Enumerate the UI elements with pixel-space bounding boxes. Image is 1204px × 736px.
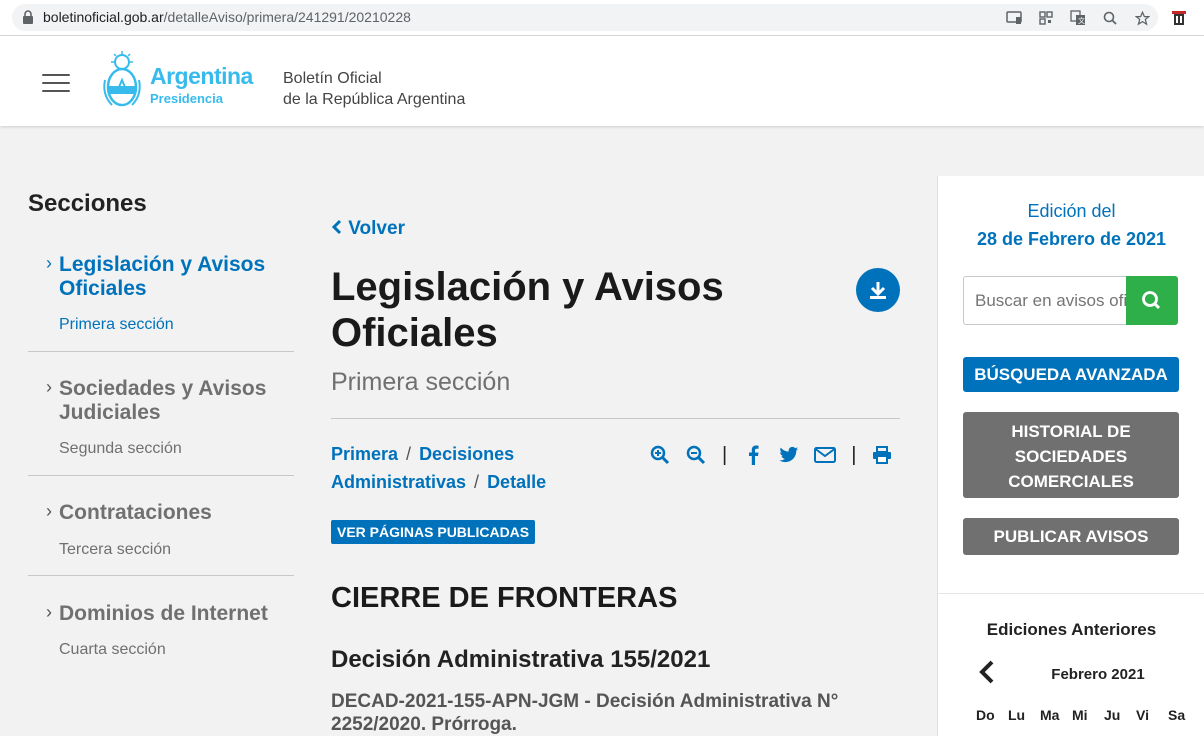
weekday: Mi [1072,707,1088,723]
previous-editions-title: Ediciones Anteriores [986,620,1157,639]
url-text[interactable]: boletinoficial.gob.ar/detalleAviso/prime… [43,9,411,25]
translate-icon[interactable]: 文 [1068,8,1088,28]
chevron-left-icon [331,218,348,239]
chevron-right-icon: › [46,501,52,521]
panel-divider [938,593,1204,594]
search-icon [1142,291,1161,310]
url-actions: 文 [1004,8,1152,28]
decision-title: Decisión Administrativa 155/2021 [331,646,711,673]
url-path: /detalleAviso/primera/241291/20210228 [163,9,411,25]
breadcrumb: Primera / Decisiones Administrativas / Detal… [331,444,547,492]
site-title: Boletín Oficial de la República Argentin… [283,68,465,110]
download-icon [870,282,886,299]
toolbar-separator: | [851,443,857,466]
zoom-icon[interactable] [1100,8,1120,28]
twitter-icon[interactable] [777,443,801,467]
download-button[interactable] [856,268,900,312]
logo-subtitle: Presidencia [150,91,223,106]
right-panel: Edición del 28 de Febrero de 2021 BÚSQUE… [937,176,1204,736]
weekday: Ju [1104,707,1121,723]
cast-icon[interactable] [1004,8,1024,28]
breadcrumb-link[interactable]: Detalle [487,472,546,492]
section-sub[interactable]: Tercera sección [59,541,171,559]
section-item-primera[interactable]: › Legislación y Avisos Oficiales Primera… [28,253,294,352]
site-title-line2: de la República Argentina [283,91,466,108]
section-item-segunda[interactable]: › Sociedades y Avisos Judiciales Segunda… [28,377,294,476]
chevron-right-icon: › [46,602,52,622]
divider [331,418,900,419]
section-sub[interactable]: Segunda sección [59,440,182,458]
facebook-icon[interactable] [741,443,765,467]
section-name[interactable]: Dominios de Internet [59,602,294,626]
zoom-in-icon[interactable] [648,443,672,467]
weekday: Lu [1008,707,1026,723]
weekday: Ma [1040,707,1060,723]
lock-icon [23,10,33,24]
section-name[interactable]: Sociedades y Avisos Judiciales [59,377,294,425]
edition-date: 28 de Febrero de 2021 [976,229,1167,249]
article-toolbar: | | [648,442,906,468]
extension-icon[interactable] [1170,8,1188,26]
site-header: Argentina Presidencia Boletín Oficial de… [0,36,1204,126]
breadcrumb-link[interactable]: Primera [331,444,398,464]
hamburger-icon[interactable] [42,74,70,92]
calendar-weekdays: Do Lu Ma Mi Ju Vi Sa [976,707,1200,723]
search-input[interactable] [963,276,1127,325]
weekday: Vi [1136,707,1149,723]
print-icon[interactable] [870,443,894,467]
browser-url-bar: boletinoficial.gob.ar/detalleAviso/prime… [0,0,1204,36]
section-name[interactable]: Legislación y Avisos Oficiales [59,253,294,301]
decision-summary: DECAD-2021-155-APN-JGM - Decisión Admini… [331,691,839,735]
zoom-out-icon[interactable] [684,443,708,467]
advanced-search-button[interactable]: BÚSQUEDA AVANZADA [963,357,1179,392]
weekday: Do [976,707,995,723]
section-sub[interactable]: Primera sección [59,316,174,334]
edition-label: Edición del [1027,201,1116,221]
mail-icon[interactable] [813,443,837,467]
chevron-right-icon: › [46,253,52,273]
company-history-button[interactable]: HISTORIAL DE SOCIEDADES COMERCIALES [963,412,1179,498]
toolbar-separator: | [722,443,728,466]
page-subtitle: Primera sección [331,368,511,396]
qr-icon[interactable] [1036,8,1056,28]
back-link[interactable]: Volver [331,218,405,240]
calendar-month: Febrero 2021 [1051,666,1145,683]
notice-heading: CIERRE DE FRONTERAS [331,582,678,614]
search-button[interactable] [1126,276,1178,325]
back-label: Volver [348,218,405,239]
site-title-line1: Boletín Oficial [283,70,382,87]
publish-notices-button[interactable]: PUBLICAR AVISOS [963,518,1179,555]
section-item-tercera[interactable]: › Contrataciones Tercera sección [28,501,294,576]
section-item-cuarta[interactable]: › Dominios de Internet Cuarta sección [28,602,294,674]
chevron-right-icon: › [46,377,52,397]
star-icon[interactable] [1132,8,1152,28]
weekday: Sa [1168,707,1186,723]
svg-text:文: 文 [1078,16,1085,25]
page-title: Legislación y Avisos Oficiales [331,265,724,355]
view-published-pages-button[interactable]: VER PÁGINAS PUBLICADAS [331,520,536,544]
section-sub[interactable]: Cuarta sección [59,641,166,659]
argentina-emblem-logo[interactable] [102,50,142,110]
sections-title: Secciones [28,190,147,217]
logo-title[interactable]: Argentina [150,63,253,90]
section-name[interactable]: Contrataciones [59,501,294,525]
url-domain: boletinoficial.gob.ar [43,9,164,25]
